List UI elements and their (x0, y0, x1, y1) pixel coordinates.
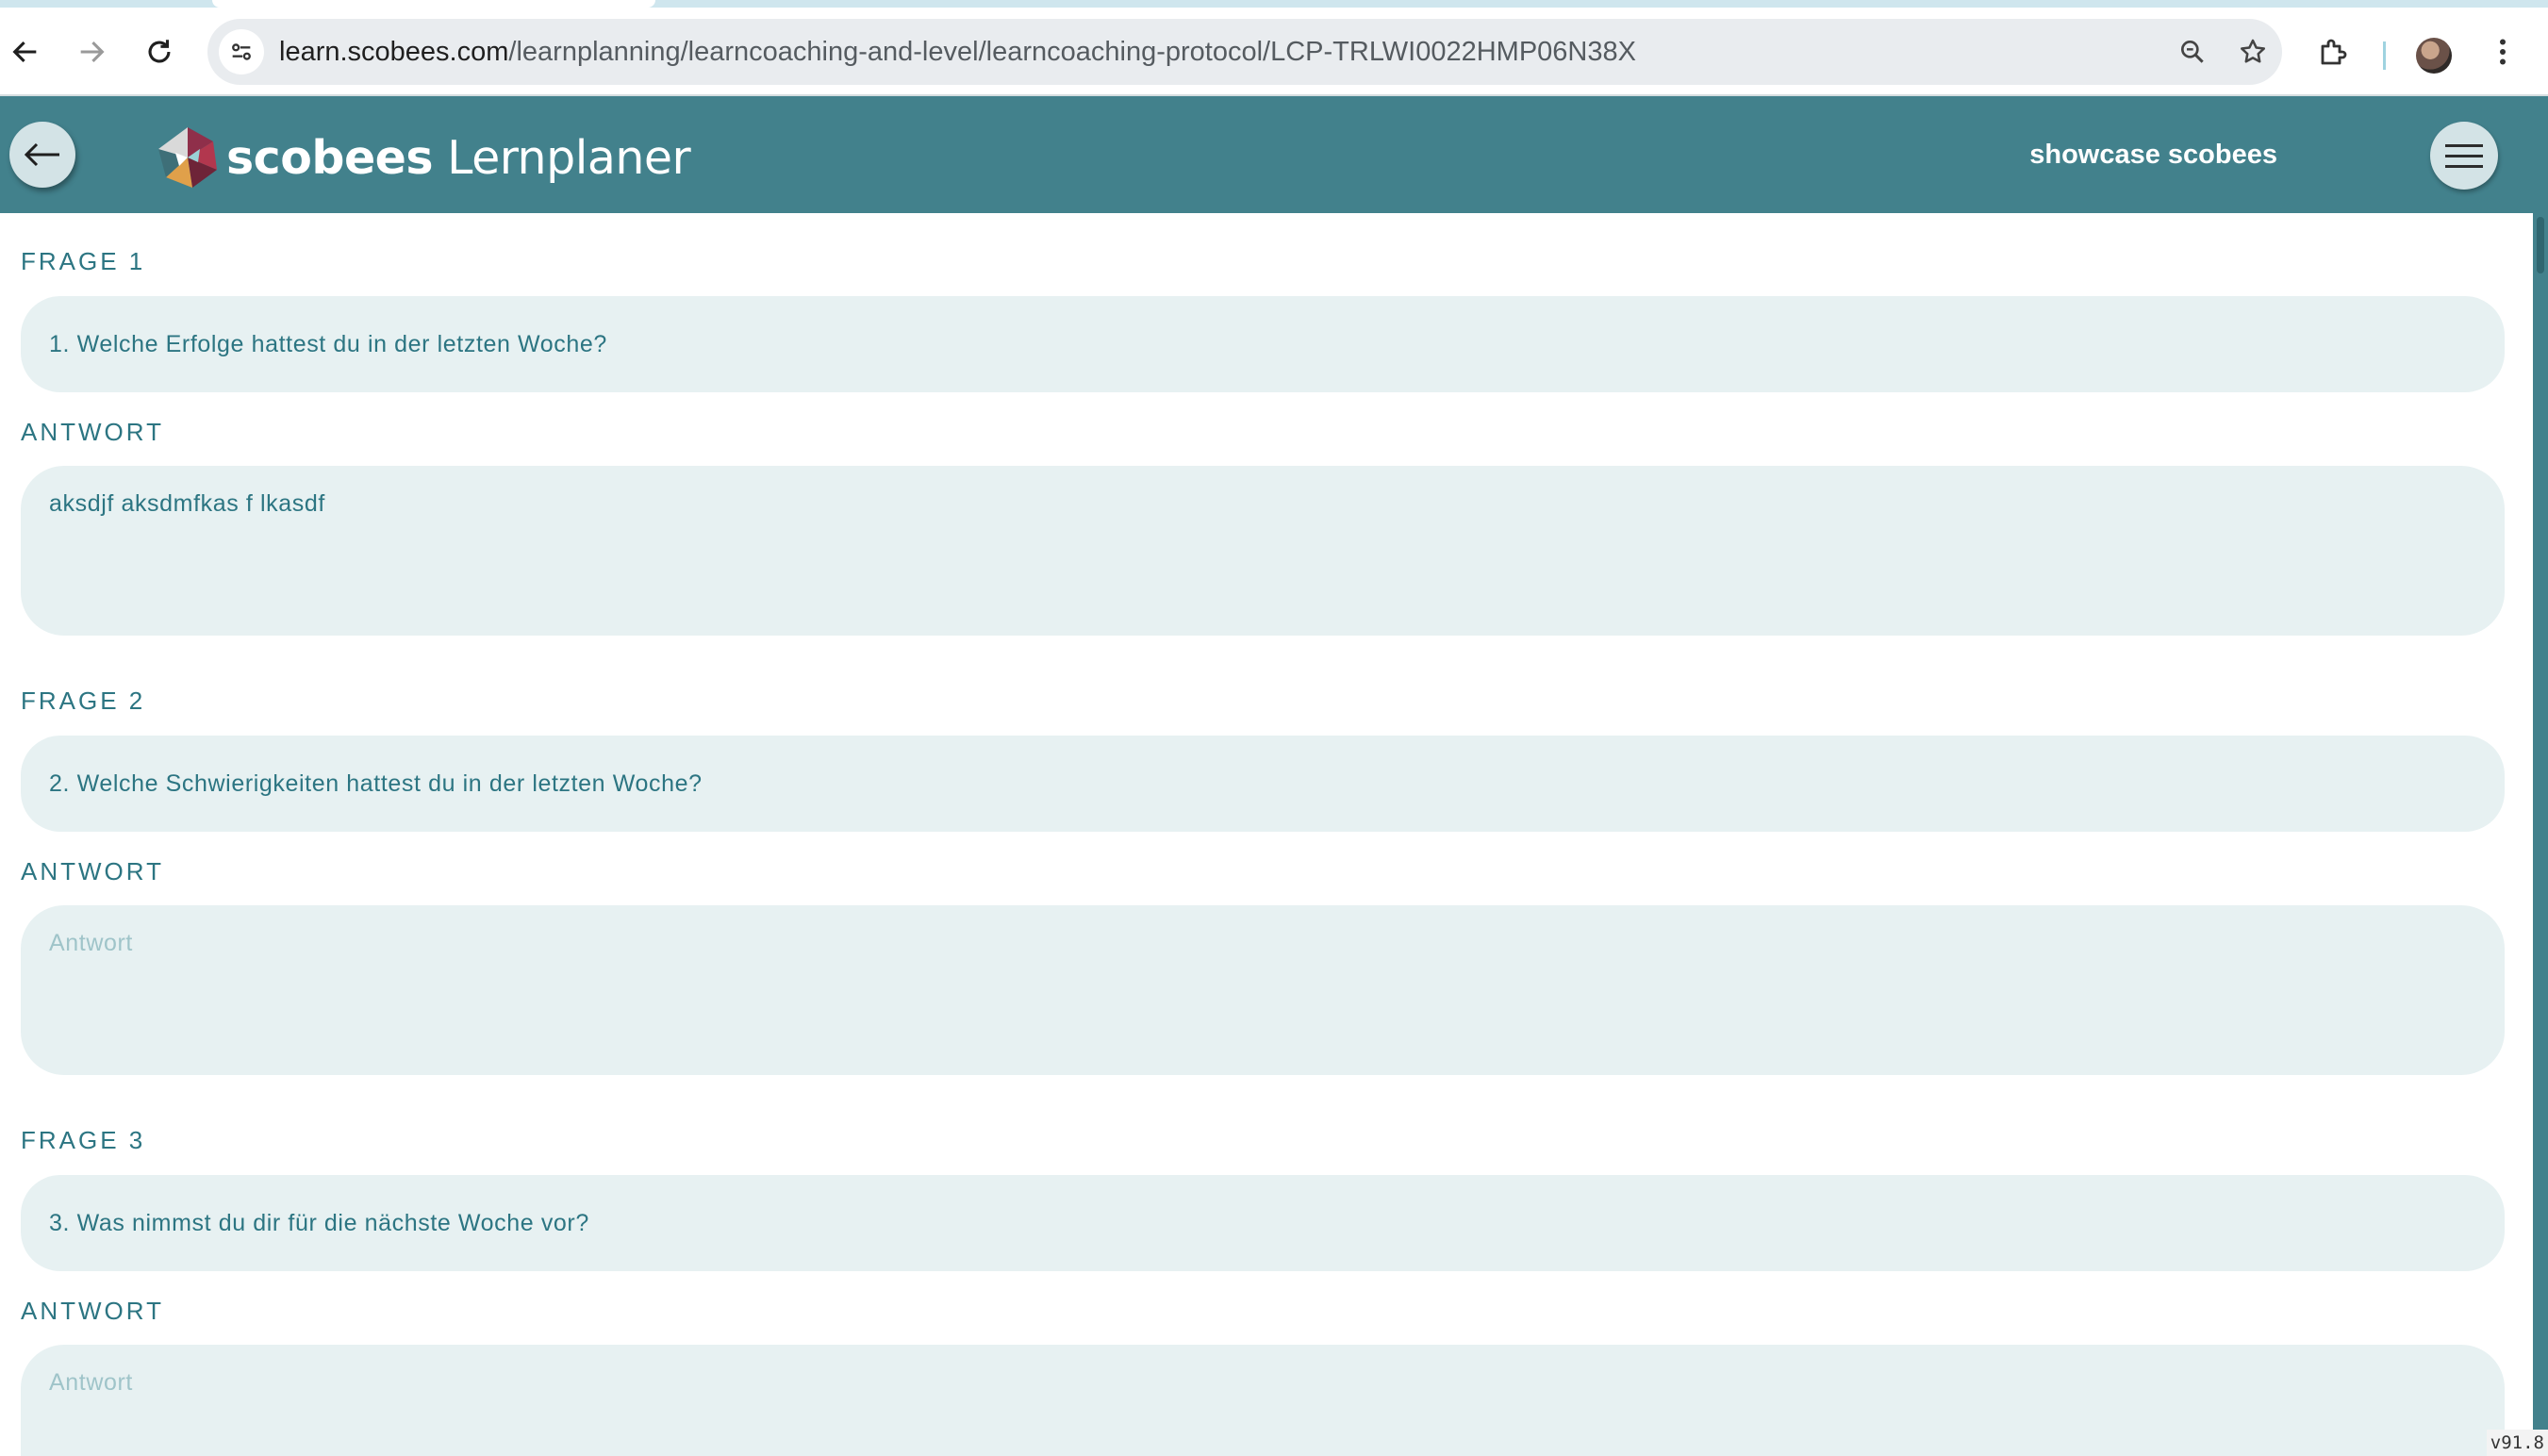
answer-label: ANTWORT (21, 418, 164, 446)
scrollbar-thumb[interactable] (2537, 217, 2544, 273)
question-label: FRAGE 2 (21, 687, 146, 715)
reload-icon[interactable] (134, 26, 185, 77)
question-block-2: FRAGE 2 2. Welche Schwierigkeiten hattes… (21, 685, 2505, 1075)
bookmark-star-icon[interactable] (2229, 28, 2276, 75)
more-options-icon[interactable] (2477, 26, 2528, 77)
back-button[interactable] (9, 122, 75, 188)
question-block-1: FRAGE 1 1. Welche Erfolge hattest du in … (21, 245, 2505, 636)
protocol-content: FRAGE 1 1. Welche Erfolge hattest du in … (0, 213, 2533, 1456)
zoom-icon[interactable] (2169, 28, 2216, 75)
question-text: 3. Was nimmst du dir für die nächste Woc… (21, 1175, 2505, 1271)
page-scrollbar[interactable] (2533, 213, 2548, 1456)
browser-back-icon[interactable] (0, 26, 51, 77)
question-text: 1. Welche Erfolge hattest du in der letz… (21, 296, 2505, 392)
answer-input[interactable] (21, 905, 2505, 1075)
browser-toolbar: learn.scobees.com/learnplanning/learncoa… (0, 8, 2548, 96)
question-block-3: FRAGE 3 3. Was nimmst du dir für die näc… (21, 1124, 2505, 1456)
app-header: scobees Lernplaner showcase scobees (0, 96, 2548, 213)
question-label: FRAGE 3 (21, 1126, 146, 1154)
logo-mark-icon (158, 127, 217, 188)
logo-text-light: Lernplaner (447, 130, 691, 185)
url-text[interactable]: learn.scobees.com/learnplanning/learncoa… (279, 19, 1636, 85)
profile-avatar[interactable] (2416, 38, 2452, 74)
site-settings-icon[interactable] (219, 29, 264, 74)
answer-input[interactable] (21, 1345, 2505, 1456)
logo-text-bold: scobees (226, 130, 434, 185)
url-path: /learnplanning/learncoaching-and-level/l… (508, 37, 1636, 67)
hamburger-line (2445, 154, 2483, 157)
extensions-icon[interactable] (2308, 26, 2359, 77)
scobees-logo[interactable]: scobees Lernplaner (155, 124, 691, 190)
hamburger-menu-button[interactable] (2430, 122, 2498, 190)
answer-input[interactable] (21, 466, 2505, 636)
active-tab[interactable] (212, 0, 655, 8)
answer-label: ANTWORT (21, 1297, 164, 1325)
browser-forward-icon[interactable] (66, 26, 117, 77)
arrow-left-icon (24, 142, 59, 167)
question-label: FRAGE 1 (21, 247, 146, 275)
address-bar[interactable]: learn.scobees.com/learnplanning/learncoa… (207, 19, 2282, 85)
toolbar-separator (2383, 41, 2386, 70)
url-host: learn.scobees.com (279, 37, 509, 67)
logo-text: scobees Lernplaner (226, 130, 691, 185)
answer-label: ANTWORT (21, 857, 164, 885)
user-name[interactable]: showcase scobees (2029, 96, 2277, 213)
tab-strip (0, 0, 2548, 8)
question-text: 2. Welche Schwierigkeiten hattest du in … (21, 736, 2505, 832)
version-label: v91.8 (2486, 1430, 2548, 1456)
hamburger-line (2445, 164, 2483, 168)
hamburger-line (2445, 143, 2483, 147)
